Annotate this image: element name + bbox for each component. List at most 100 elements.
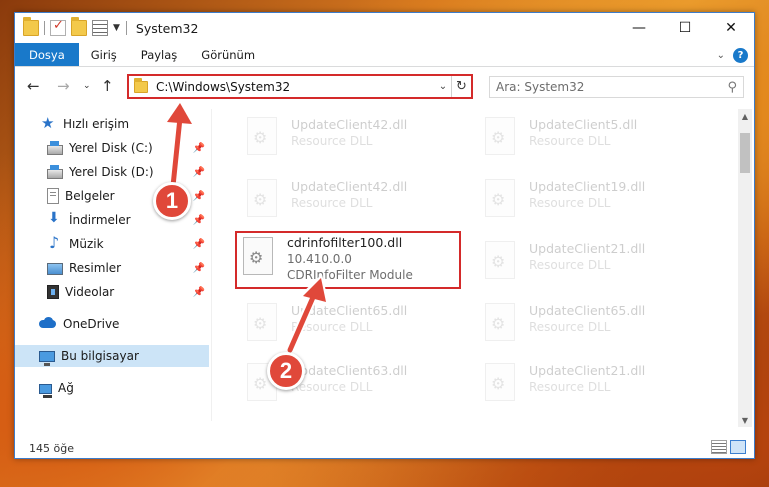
details-view-icon[interactable] <box>711 440 727 454</box>
pin-icon[interactable]: 📌 <box>193 287 205 298</box>
file-name: UpdateClient5.dll <box>529 117 638 132</box>
dll-file-icon <box>485 303 515 341</box>
sidebar-item-videos[interactable]: Videolar 📌 <box>15 281 209 303</box>
sidebar-item-quick-access[interactable]: Hızlı erişim <box>15 113 209 135</box>
properties-icon[interactable] <box>92 20 108 36</box>
file-item[interactable]: UpdateClient42.dll Resource DLL <box>231 175 457 231</box>
sidebar-item-label: Müzik <box>69 237 104 251</box>
new-folder-icon[interactable] <box>71 17 87 36</box>
file-name: UpdateClient63.dll <box>291 363 408 378</box>
title-bar: ▼ System32 — ☐ ✕ <box>15 13 754 43</box>
expand-ribbon-chevron-icon[interactable]: ⌄ <box>717 50 725 61</box>
dll-file-icon <box>247 179 277 217</box>
quick-access-toolbar: ▼ System32 <box>15 13 198 43</box>
sidebar-item-onedrive[interactable]: OneDrive <box>15 313 209 335</box>
sidebar-item-label: Yerel Disk (C:) <box>69 141 153 155</box>
sidebar-item-label: Yerel Disk (D:) <box>69 165 154 179</box>
address-dropdown-icon[interactable]: ⌄ <box>435 81 451 92</box>
sidebar-item-label: OneDrive <box>63 317 120 331</box>
file-item[interactable]: UpdateClient21.dll Resource DLL <box>469 359 695 415</box>
step-badge-1: 1 <box>153 182 191 220</box>
scroll-up-arrow-icon[interactable]: ▲ <box>738 109 752 123</box>
sidebar-item-label: Hızlı erişim <box>63 117 130 131</box>
pin-icon[interactable]: 📌 <box>193 167 205 178</box>
sidebar-item-network[interactable]: Ağ <box>15 377 209 399</box>
file-name: UpdateClient42.dll <box>291 179 408 194</box>
file-item[interactable]: UpdateClient19.dll Resource DLL <box>469 175 695 231</box>
tab-file[interactable]: Dosya <box>15 43 79 66</box>
address-bar[interactable]: C:\Windows\System32 ⌄ ↻ <box>127 74 473 99</box>
file-item[interactable]: UpdateClient5.dll Resource DLL <box>469 113 695 169</box>
file-description: Resource DLL <box>529 320 611 334</box>
onedrive-icon <box>39 316 57 332</box>
tiles-view-icon[interactable] <box>730 440 746 454</box>
maximize-button[interactable]: ☐ <box>662 13 708 43</box>
file-version: 10.410.0.0 <box>287 252 352 266</box>
search-box[interactable]: Ara: System32 ⚲ <box>489 76 744 98</box>
file-name: UpdateClient65.dll <box>291 303 408 318</box>
file-description: Resource DLL <box>529 380 611 394</box>
file-item[interactable]: UpdateClient42.dll Resource DLL <box>231 113 457 169</box>
scroll-down-arrow-icon[interactable]: ▼ <box>738 413 752 427</box>
dll-file-icon <box>485 363 515 401</box>
pin-icon[interactable]: 📌 <box>193 215 205 226</box>
tab-share[interactable]: Paylaş <box>129 43 190 66</box>
up-arrow-icon[interactable]: ↑ <box>101 77 114 95</box>
vertical-scrollbar[interactable]: ▲ ▼ <box>738 109 752 427</box>
file-name: cdrinfofilter100.dll <box>287 235 403 250</box>
help-icon[interactable]: ? <box>733 47 748 63</box>
file-description: Resource DLL <box>529 196 611 210</box>
file-item[interactable]: UpdateClient65.dll Resource DLL <box>231 299 457 355</box>
dll-file-icon <box>247 117 277 155</box>
network-icon <box>39 384 52 398</box>
forward-arrow-icon[interactable]: → <box>57 77 70 95</box>
folder-icon[interactable] <box>23 17 39 36</box>
drive-icon <box>47 164 63 179</box>
scrollbar-thumb[interactable] <box>740 133 750 173</box>
pin-icon[interactable]: 📌 <box>193 263 205 274</box>
sidebar-item-label: Bu bilgisayar <box>61 349 139 363</box>
search-icon[interactable]: ⚲ <box>727 80 737 95</box>
sidebar-item-pictures[interactable]: Resimler 📌 <box>15 257 209 279</box>
view-toggle <box>711 440 746 454</box>
pin-icon[interactable]: 📌 <box>193 239 205 250</box>
sidebar-item-local-disk-d[interactable]: Yerel Disk (D:) 📌 <box>15 161 209 183</box>
navigation-pane: Hızlı erişim Yerel Disk (C:) 📌 Yerel Dis… <box>15 109 209 425</box>
sidebar-item-label: Ağ <box>58 381 74 395</box>
dll-file-icon <box>485 241 515 279</box>
file-item-cdrinfofilter100[interactable]: cdrinfofilter100.dll 10.410.0.0 CDRInfoF… <box>235 231 461 289</box>
sidebar-item-music[interactable]: Müzik 📌 <box>15 233 209 255</box>
tab-view[interactable]: Görünüm <box>189 43 267 66</box>
file-description: Resource DLL <box>529 258 611 272</box>
properties-check-icon[interactable] <box>50 18 66 36</box>
toolbar-divider <box>125 21 127 35</box>
file-name: UpdateClient42.dll <box>291 117 408 132</box>
pin-icon[interactable]: 📌 <box>193 143 205 154</box>
address-path[interactable]: C:\Windows\System32 <box>156 80 435 94</box>
item-count: 145 öğe <box>29 441 74 455</box>
music-icon <box>47 233 63 252</box>
sidebar-item-local-disk-c[interactable]: Yerel Disk (C:) 📌 <box>15 137 209 159</box>
step-badge-2: 2 <box>267 352 305 390</box>
drive-icon <box>47 140 63 155</box>
file-description: Resource DLL <box>291 134 373 148</box>
pane-divider[interactable] <box>211 109 212 421</box>
file-description: Resource DLL <box>529 134 611 148</box>
documents-icon <box>47 188 59 204</box>
address-folder-icon <box>134 77 148 93</box>
sidebar-item-this-pc[interactable]: Bu bilgisayar <box>15 345 209 367</box>
tab-home[interactable]: Giriş <box>79 43 129 66</box>
window-controls: — ☐ ✕ <box>616 13 754 43</box>
file-item[interactable]: UpdateClient65.dll Resource DLL <box>469 299 695 355</box>
recent-locations-chevron-icon[interactable]: ⌄ <box>83 81 91 91</box>
close-button[interactable]: ✕ <box>708 13 754 43</box>
pin-icon[interactable]: 📌 <box>193 191 205 202</box>
minimize-button[interactable]: — <box>616 13 662 43</box>
file-name: UpdateClient21.dll <box>529 363 646 378</box>
customize-toolbar-arrow-icon[interactable]: ▼ <box>113 23 120 33</box>
back-arrow-icon[interactable]: ← <box>27 77 40 95</box>
refresh-icon[interactable]: ↻ <box>451 76 471 97</box>
navigation-bar: ← → ⌄ ↑ C:\Windows\System32 ⌄ ↻ Ara: Sys… <box>15 71 754 101</box>
file-item[interactable]: UpdateClient21.dll Resource DLL <box>469 237 695 293</box>
file-item[interactable]: UpdateClient63.dll Resource DLL <box>231 359 457 415</box>
